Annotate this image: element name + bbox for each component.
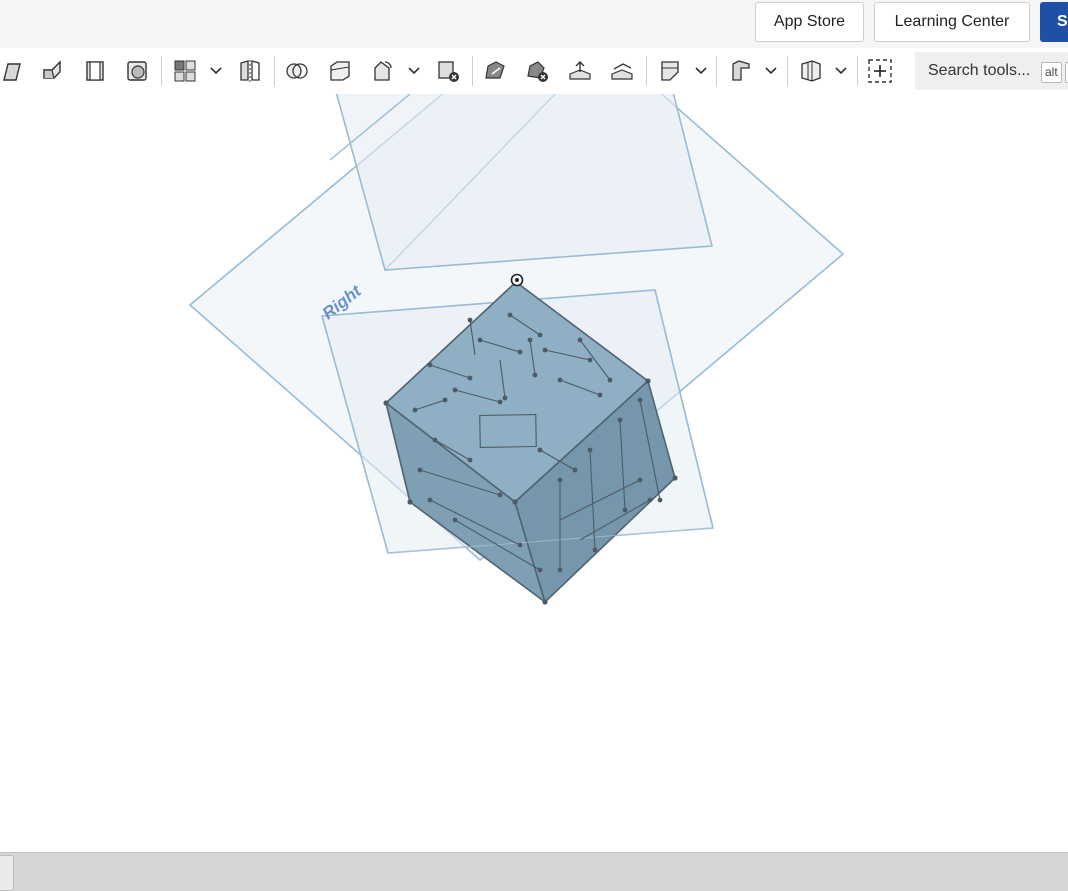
sheet-metal-icon[interactable] [726, 56, 756, 86]
thicken-icon[interactable] [607, 56, 637, 86]
origin-icon [510, 273, 524, 287]
split-icon[interactable] [325, 56, 355, 86]
search-placeholder: Search tools... [928, 62, 1031, 79]
top-header: App Store Learning Center S [0, 0, 1068, 49]
transform-icon[interactable] [367, 56, 397, 86]
shortcut-badge: alt [1041, 62, 1062, 83]
bottom-tab-bar [0, 852, 1068, 891]
extrude-icon[interactable] [0, 56, 28, 86]
plane-icon[interactable] [656, 56, 686, 86]
viewport-canvas[interactable]: Right [0, 94, 1068, 852]
pattern-icon[interactable] [170, 56, 200, 86]
boolean-icon[interactable] [282, 56, 312, 86]
learning-center-button[interactable]: Learning Center [874, 2, 1030, 42]
frame-chevron-down-icon[interactable] [832, 60, 850, 82]
offset-surface-icon[interactable] [565, 56, 595, 86]
frame-icon[interactable] [796, 56, 826, 86]
revolve-icon[interactable] [38, 56, 68, 86]
plane-chevron-down-icon[interactable] [692, 60, 710, 82]
move-face-icon[interactable] [480, 56, 510, 86]
sweep-icon[interactable] [80, 56, 110, 86]
insert-icon[interactable] [865, 56, 895, 86]
transform-chevron-down-icon[interactable] [405, 60, 423, 82]
mirror-icon[interactable] [235, 56, 265, 86]
tab-manager-button[interactable] [0, 855, 14, 891]
search-tools-input[interactable]: Search tools... alt [915, 52, 1068, 90]
loft-icon[interactable] [122, 56, 152, 86]
graphics-viewport[interactable]: Right [0, 94, 1068, 852]
app-store-button[interactable]: App Store [755, 2, 864, 42]
share-button[interactable]: S [1040, 2, 1068, 42]
delete-face-icon[interactable] [522, 56, 552, 86]
pattern-chevron-down-icon[interactable] [207, 60, 225, 82]
feature-toolbar: Search tools... alt [0, 48, 1068, 94]
sheet-metal-chevron-down-icon[interactable] [762, 60, 780, 82]
front-plane [335, 94, 714, 271]
delete-part-icon[interactable] [433, 56, 463, 86]
